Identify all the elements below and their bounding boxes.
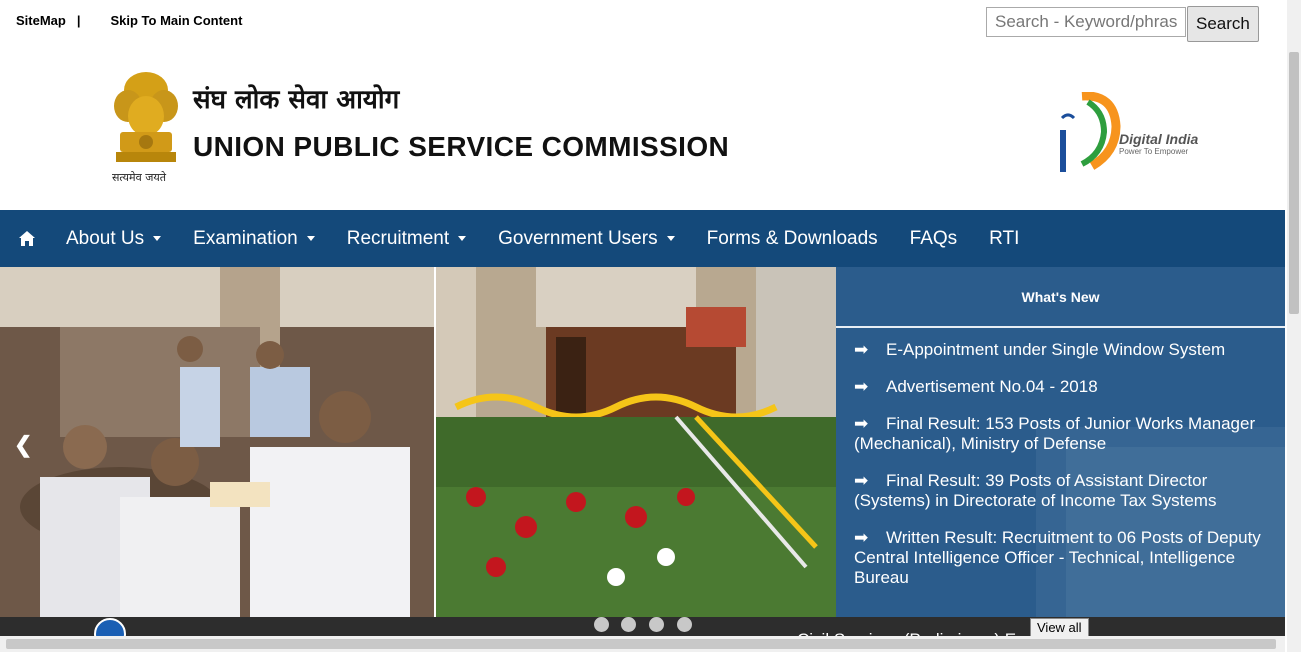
site-title-hindi: संघ लोक सेवा आयोग [193,85,400,115]
carousel-indicator-bar [0,617,1285,636]
main-nav: About Us Examination Recruitment Governm… [0,210,1285,267]
carousel-image-building [436,267,836,617]
skip-to-main-link[interactable]: Skip To Main Content [110,13,242,28]
nav-label: FAQs [909,227,958,249]
nav-label: Government Users [498,227,658,249]
arrow-right-icon: ➡ [854,471,869,490]
vertical-scrollbar[interactable] [1287,0,1301,652]
carousel-image-people [0,267,434,617]
news-item[interactable]: ➡ Final Result: 39 Posts of Assistant Dir… [854,471,1279,511]
news-item[interactable]: ➡ E-Appointment under Single Window Syste… [854,340,1279,360]
search-bar: Search [986,6,1259,42]
news-list: ➡ E-Appointment under Single Window Syste… [854,340,1279,605]
news-item-text: Final Result: 39 Posts of Assistant Dire… [854,471,1217,510]
divider [836,326,1285,328]
nav-recruitment[interactable]: Recruitment [331,228,482,250]
carousel-prev-button[interactable]: ❮ [14,432,32,458]
news-item-text: Written Result: Recruitment to 06 Posts … [854,528,1261,587]
digital-india-text: Digital India [1119,131,1199,147]
nav-examination[interactable]: Examination [177,228,331,250]
arrow-right-icon: ➡ [854,528,869,547]
caret-down-icon [153,236,162,241]
home-icon [19,231,35,246]
carousel-dot[interactable] [649,617,664,632]
scrollbar-thumb[interactable] [1289,52,1299,314]
news-item[interactable]: ➡ Final Result: 153 Posts of Junior Works… [854,414,1279,454]
top-links-separator: | [76,13,81,28]
nav-forms-downloads[interactable]: Forms & Downloads [691,228,894,250]
sitemap-link[interactable]: SiteMap [16,13,66,28]
caret-down-icon [306,236,315,241]
scrollbar-thumb[interactable] [6,639,1276,649]
whats-new-panel: What's New ➡ E-Appointment under Single W… [836,267,1285,617]
caret-down-icon [666,236,675,241]
news-item[interactable]: ➡ Advertisement No.04 - 2018 [854,377,1279,397]
carousel-dot[interactable] [621,617,636,632]
carousel-dot[interactable] [594,617,609,632]
caret-down-icon [458,236,467,241]
nav-label: RTI [989,227,1020,249]
site-title-english: UNION PUBLIC SERVICE COMMISSION [193,131,730,162]
nav-government-users[interactable]: Government Users [482,228,690,250]
arrow-right-icon: ➡ [854,377,869,396]
horizontal-scrollbar[interactable] [0,636,1285,652]
search-button[interactable]: Search [1187,6,1259,42]
national-emblem-icon [114,72,178,162]
nav-label: Forms & Downloads [706,227,878,249]
carousel-dot[interactable] [677,617,692,632]
search-input[interactable] [986,7,1186,37]
page: SiteMap | Skip To Main Content Search सत्य… [0,0,1301,652]
arrow-right-icon: ➡ [854,414,869,433]
emblem-caption: सत्यमेव जयते [112,171,167,184]
news-item-text: Final Result: 153 Posts of Junior Works … [854,414,1256,453]
nav-label: About Us [66,227,145,249]
news-item-text: E-Appointment under Single Window System [886,340,1226,359]
nav-about-us[interactable]: About Us [50,228,177,250]
whats-new-title: What's New [1021,289,1100,305]
arrow-right-icon: ➡ [854,340,869,359]
top-links: SiteMap | Skip To Main Content [16,13,242,28]
nav-faqs[interactable]: FAQs [894,228,974,250]
view-all-button[interactable]: View all [1030,618,1089,637]
nav-home[interactable] [0,230,50,247]
nav-label: Recruitment [346,227,450,249]
digital-india-tagline: Power To Empower [1119,147,1189,156]
nav-label: Examination [193,227,298,249]
nav-rti[interactable]: RTI [973,228,1035,250]
news-item[interactable]: ➡ Written Result: Recruitment to 06 Posts… [854,528,1279,588]
news-item-text: Advertisement No.04 - 2018 [886,377,1098,396]
